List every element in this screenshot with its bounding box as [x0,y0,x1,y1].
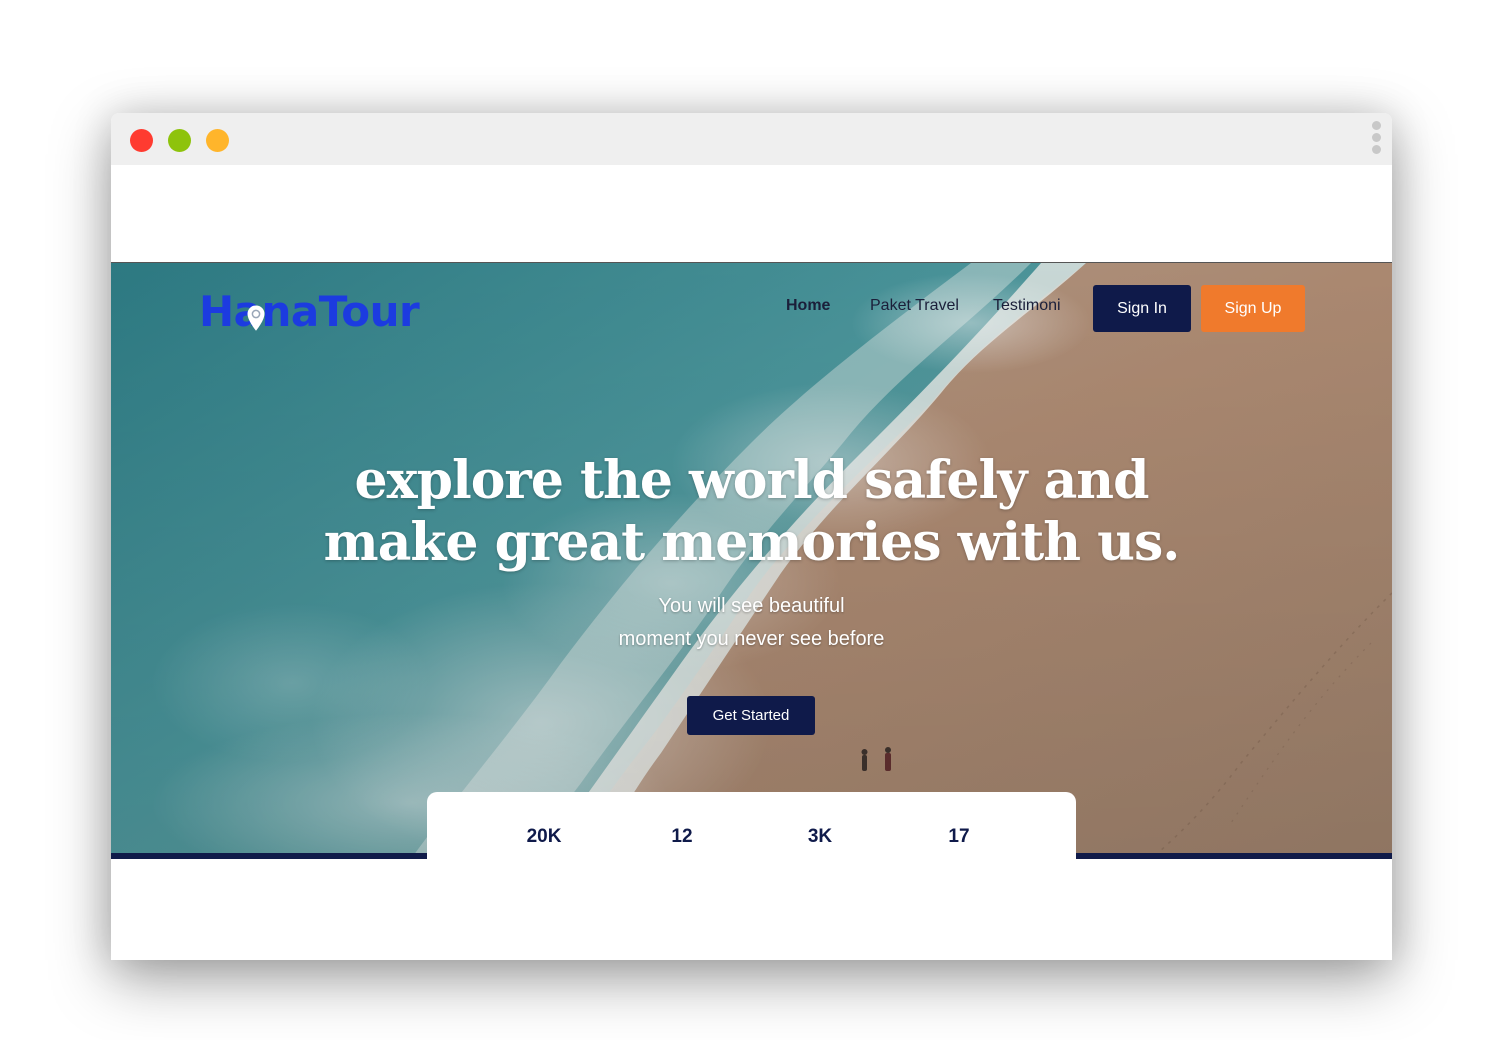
stat-value: 3K [807,826,833,847]
maximize-window-button[interactable] [168,129,191,152]
stat-value: 17 [948,826,970,847]
stats-panel: 20K 12 3K 17 [427,792,1076,862]
hero-subheadline-line-2: moment you never see before [618,628,885,650]
sign-in-button[interactable]: Sign In [1093,285,1191,332]
nav-paket-travel-link[interactable]: Paket Travel [870,297,959,315]
location-pin-icon [247,305,265,331]
browser-window: HanaTour Home Paket Travel Testimoni Sig… [111,113,1392,960]
hero-subheadline: You will see beautiful moment you never … [111,590,1392,656]
brand-logo[interactable]: HanaTour [199,287,420,336]
brand-name: HanaTour [199,287,420,336]
hero-section: HanaTour Home Paket Travel Testimoni Sig… [111,262,1392,859]
title-bar [111,113,1392,165]
stat-value: 12 [671,826,693,847]
hero-subheadline-line-1: You will see beautiful [658,595,845,617]
more-vertical-icon[interactable] [1370,121,1382,159]
sign-up-button[interactable]: Sign Up [1201,285,1305,332]
page-top-spacer [111,165,1392,262]
hero-headline: explore the world safely and make great … [111,450,1392,574]
get-started-button[interactable]: Get Started [687,696,815,735]
hero-headline-line-2: make great memories with us. [323,512,1181,573]
hero-headline-line-1: explore the world safely and [354,450,1150,511]
stat-value: 20K [526,826,562,847]
nav-testimoni-link[interactable]: Testimoni [993,297,1061,315]
minimize-window-button[interactable] [206,129,229,152]
nav-home-link[interactable]: Home [786,297,830,315]
close-window-button[interactable] [130,129,153,152]
